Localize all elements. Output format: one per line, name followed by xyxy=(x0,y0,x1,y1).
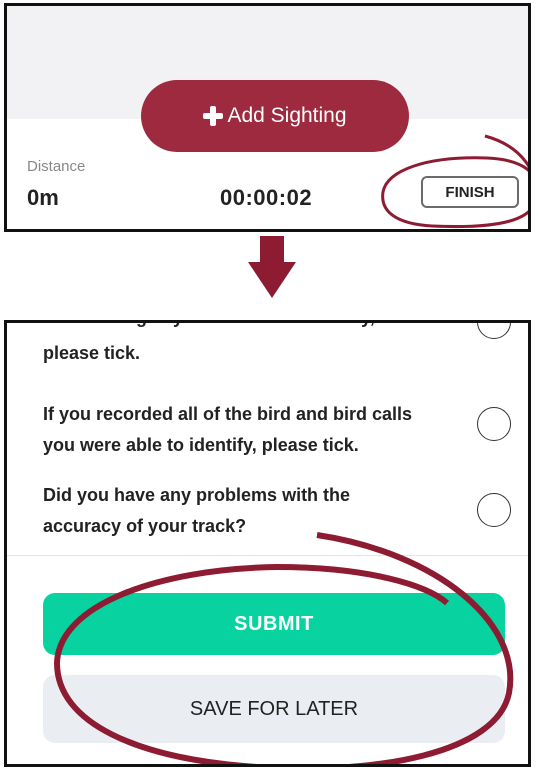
clipped-question-text: please tick. xyxy=(43,343,141,363)
save-for-later-button[interactable]: SAVE FOR LATER xyxy=(43,675,505,743)
plus-icon xyxy=(203,106,224,126)
question-checkbox-0[interactable] xyxy=(477,323,511,339)
add-sighting-label: Add Sighting xyxy=(227,104,347,127)
finish-button[interactable]: FINISH xyxy=(421,176,519,208)
add-sighting-button[interactable]: Add Sighting xyxy=(141,80,409,152)
arrow-down-icon xyxy=(248,236,296,298)
survey-panel: mammal signs you encountered today, plea… xyxy=(4,320,531,767)
question-text-1: If you recorded all of the bird and bird… xyxy=(43,404,413,455)
question-text-2: Did you have any problems with the accur… xyxy=(43,485,351,536)
tracking-panel: Add Sighting Distance 0m 00:00:02 FINISH xyxy=(4,3,531,232)
distance-label: Distance xyxy=(27,158,86,175)
submit-button[interactable]: SUBMIT xyxy=(43,593,505,655)
distance-value: 0m xyxy=(27,185,59,210)
clipped-question-top: mammal signs you encountered today, xyxy=(43,323,375,328)
divider xyxy=(7,555,528,556)
elapsed-timer: 00:00:02 xyxy=(220,185,313,210)
question-checkbox-1[interactable] xyxy=(477,407,511,441)
question-checkbox-2[interactable] xyxy=(477,493,511,527)
